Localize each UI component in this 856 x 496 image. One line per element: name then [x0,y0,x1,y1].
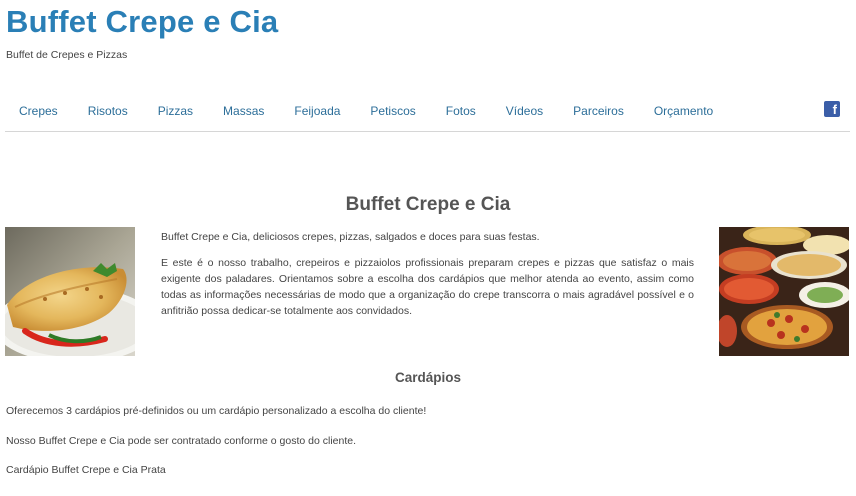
nav-item-pizzas[interactable]: Pizzas [158,104,193,118]
nav-item-videos[interactable]: Vídeos [506,104,543,118]
intro-paragraph-2: E este é o nosso trabalho, crepeiros e p… [161,257,694,317]
nav-divider [5,131,850,132]
hire-text: Nosso Buffet Crepe e Cia pode ser contra… [6,435,357,447]
nav-item-orcamento[interactable]: Orçamento [654,104,713,118]
page-title: Buffet Crepe e Cia [345,194,511,215]
menu-offer-text: Oferecemos 3 cardápios pré-definidos ou … [6,405,427,417]
intro-paragraph-1: Buffet Crepe e Cia, deliciosos crepes, p… [161,231,540,243]
section-title-cardapios: Cardápios [394,370,462,385]
nav-item-crepes[interactable]: Crepes [19,104,58,118]
nav-item-parceiros[interactable]: Parceiros [573,104,624,118]
crepe-photo [5,227,135,356]
facebook-icon[interactable]: f [824,101,840,117]
site-tagline: Buffet de Crepes e Pizzas [6,49,128,61]
nav-item-massas[interactable]: Massas [223,104,264,118]
nav-item-petiscos[interactable]: Petiscos [370,104,415,118]
pizza-photo [719,227,849,356]
nav-item-risotos[interactable]: Risotos [88,104,128,118]
main-nav: Crepes Risotos Pizzas Massas Feijoada Pe… [19,102,856,120]
site-title[interactable]: Buffet Crepe e Cia [6,4,278,40]
intro-text: Buffet Crepe e Cia, deliciosos crepes, p… [161,229,694,329]
nav-item-fotos[interactable]: Fotos [446,104,476,118]
menu-prata-heading: Cardápio Buffet Crepe e Cia Prata [6,464,166,476]
nav-item-feijoada[interactable]: Feijoada [294,104,340,118]
